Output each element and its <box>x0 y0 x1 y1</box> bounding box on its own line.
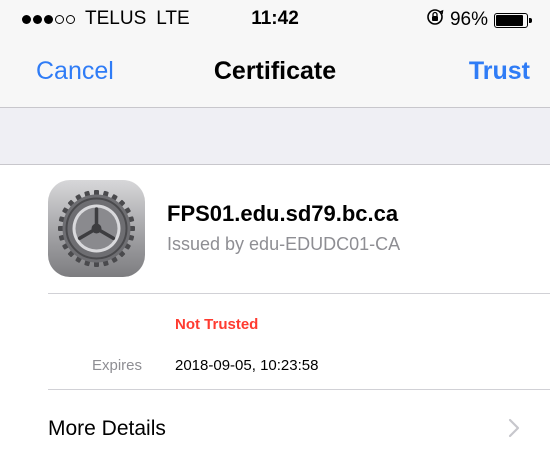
more-details-row[interactable]: More Details <box>0 390 550 462</box>
trust-button[interactable]: Trust <box>469 57 530 86</box>
certificate-name: FPS01.edu.sd79.bc.ca <box>167 201 399 226</box>
certificate-issuer: Issued by edu-EDUDC01-CA <box>167 234 401 254</box>
expires-value: 2018-09-05, 10:23:58 <box>175 357 319 374</box>
battery-icon <box>494 12 532 28</box>
section-spacer <box>0 108 550 165</box>
divider <box>48 293 550 294</box>
trust-status: Not Trusted <box>175 316 259 333</box>
more-details-label: More Details <box>48 417 166 440</box>
rotation-lock-icon <box>426 8 444 32</box>
certificate-header: FPS01.edu.sd79.bc.ca Issued by edu-EDUDC… <box>0 165 550 293</box>
chevron-right-icon <box>508 418 520 443</box>
status-right: 96% <box>426 8 532 32</box>
expires-label: Expires <box>92 357 143 374</box>
battery-percent: 96% <box>449 9 488 30</box>
navigation-bar: Cancel Certificate Trust <box>0 44 550 108</box>
status-bar: TELUS LTE 11:42 96% <box>0 0 550 44</box>
settings-gear-icon <box>48 180 145 277</box>
cancel-button[interactable]: Cancel <box>36 57 114 86</box>
